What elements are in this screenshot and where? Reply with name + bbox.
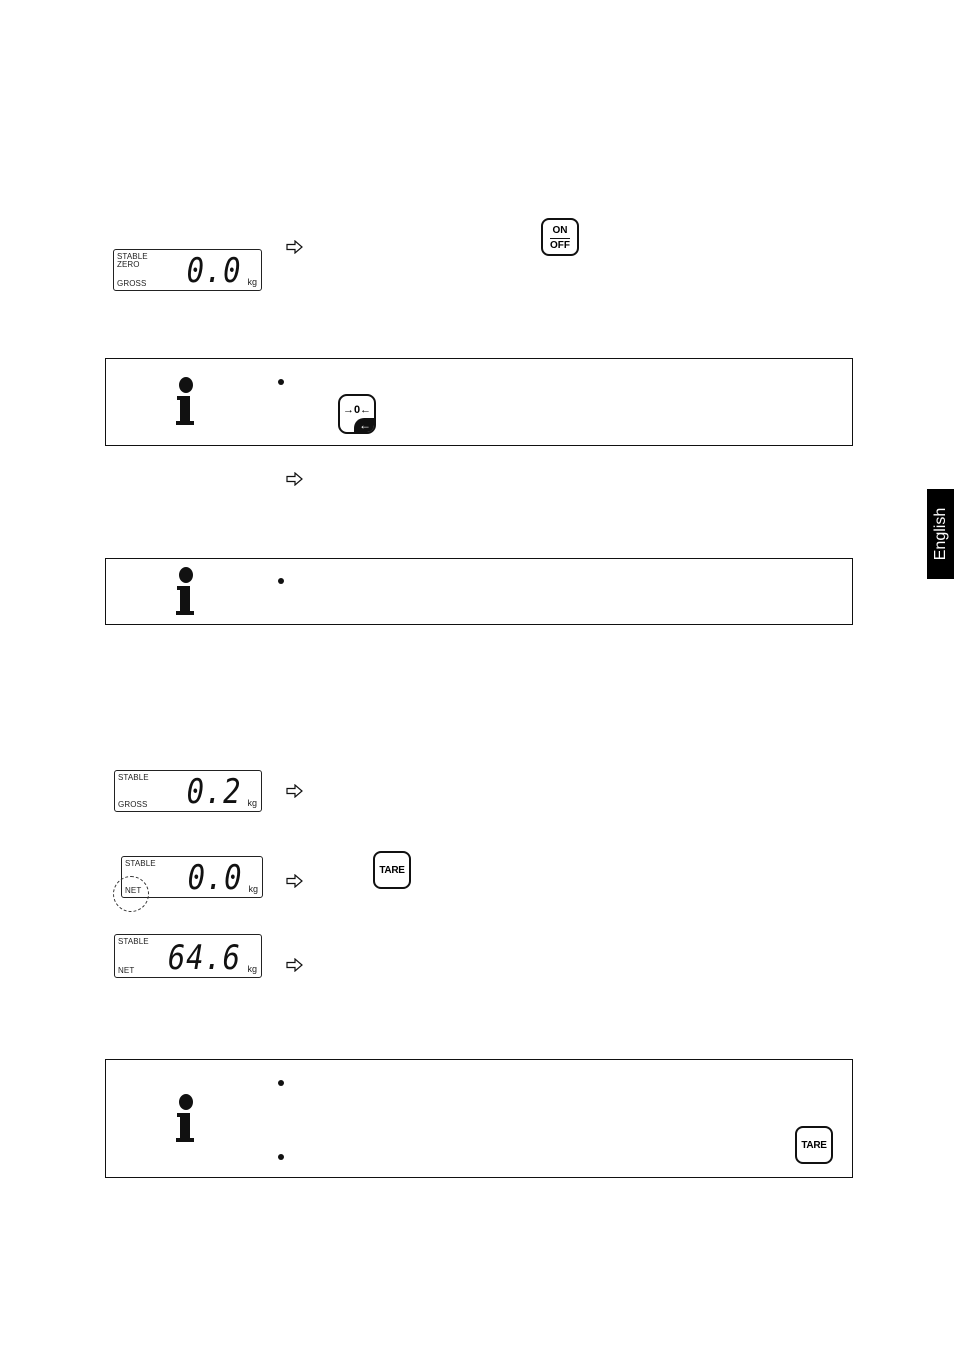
info-note-3: TARE xyxy=(105,1059,853,1178)
tare-key-label: TARE xyxy=(379,865,405,876)
weight-unit: kg xyxy=(247,798,257,808)
indicator-gross: GROSS xyxy=(118,800,148,809)
arrow-right-icon xyxy=(286,958,303,972)
on-off-key-bottom: OFF xyxy=(550,240,570,251)
tare-key[interactable]: TARE xyxy=(373,851,411,889)
zero-key-corner: ← xyxy=(354,418,374,432)
tare-key[interactable]: TARE xyxy=(795,1126,833,1164)
lcd-display-gross: STABLE GROSS 0.2 kg xyxy=(114,770,262,812)
info-icon xyxy=(176,567,194,615)
indicator-zero: ZERO xyxy=(117,260,140,269)
lcd-display-net-weight: STABLE NET 64.6 kg xyxy=(114,934,262,978)
lcd-display-startup: STABLE ZERO GROSS 0.0 kg xyxy=(113,249,262,291)
arrow-right-icon xyxy=(286,874,303,888)
info-icon xyxy=(176,1094,194,1142)
weight-value: 0.0 xyxy=(187,858,242,898)
info-note-2 xyxy=(105,558,853,625)
zero-key[interactable]: →0← ← xyxy=(338,394,376,434)
indicator-net: NET xyxy=(118,966,135,975)
language-tab: English xyxy=(927,489,954,579)
tare-key-label: TARE xyxy=(801,1140,827,1151)
info-icon xyxy=(176,377,194,425)
weight-value: 64.6 xyxy=(167,938,241,978)
weight-value: 0.0 xyxy=(186,251,241,291)
weight-value: 0.2 xyxy=(186,772,241,812)
indicator-stable: STABLE xyxy=(118,937,149,946)
arrow-right-icon xyxy=(286,472,303,486)
indicator-gross: GROSS xyxy=(117,279,147,288)
net-highlight-circle xyxy=(113,876,149,912)
language-tab-label: English xyxy=(931,507,949,561)
info-note-1: →0← ← xyxy=(105,358,853,446)
arrow-right-icon xyxy=(286,240,303,254)
indicator-stable: STABLE xyxy=(118,773,149,782)
weight-unit: kg xyxy=(247,964,257,974)
bullet-icon xyxy=(278,578,284,584)
bullet-icon xyxy=(278,1080,284,1086)
enter-arrow-icon: ← xyxy=(359,418,371,432)
zero-key-label: →0← xyxy=(342,404,372,416)
on-off-key-top: ON xyxy=(552,225,568,236)
weight-unit: kg xyxy=(248,884,258,894)
weight-unit: kg xyxy=(247,277,257,287)
on-off-divider xyxy=(550,238,570,239)
indicator-stable: STABLE xyxy=(125,859,156,868)
bullet-icon xyxy=(278,1154,284,1160)
bullet-icon xyxy=(278,379,284,385)
arrow-right-icon xyxy=(286,784,303,798)
on-off-key[interactable]: ON OFF xyxy=(541,218,579,256)
